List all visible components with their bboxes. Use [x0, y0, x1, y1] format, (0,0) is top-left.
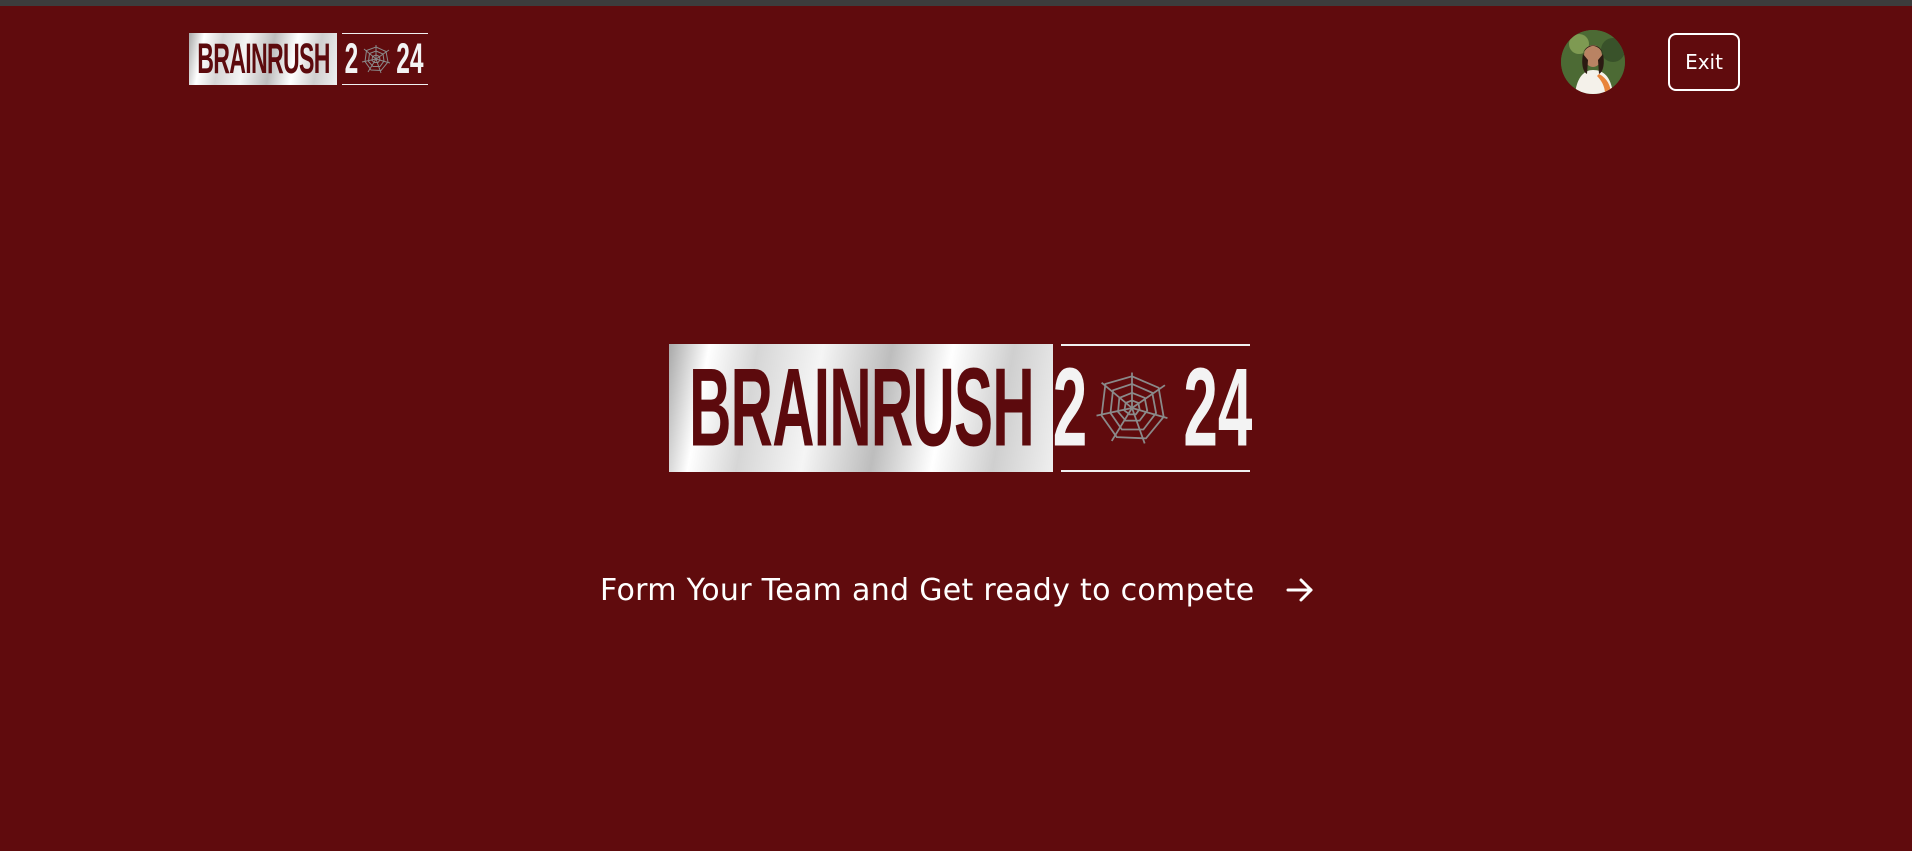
hero-logo-plate: BRAINRUSH — [669, 344, 1053, 472]
logo-year: 2 24 — [342, 33, 428, 85]
spider-web-icon — [1094, 364, 1170, 452]
cta-label: Form Your Team and Get ready to compete — [600, 572, 1255, 608]
logo-year-right: 24 — [395, 35, 424, 83]
header-logo[interactable]: BRAINRUSH 2 24 — [189, 33, 428, 85]
exit-button[interactable]: Exit — [1668, 33, 1740, 91]
logo-year-left: 2 — [344, 35, 358, 83]
hero-logo-year-left: 2 — [1052, 345, 1087, 471]
browser-top-strip — [0, 0, 1912, 6]
logo-brand-text: BRAINRUSH — [196, 35, 330, 83]
hero-logo-year-right: 24 — [1182, 345, 1252, 471]
arrow-right-icon — [1285, 575, 1315, 605]
hero-logo: BRAINRUSH 2 24 — [669, 344, 1252, 472]
hero-logo-brand-text: BRAINRUSH — [688, 345, 1034, 471]
form-team-cta[interactable]: Form Your Team and Get ready to compete — [600, 565, 1330, 615]
spider-web-icon — [361, 42, 391, 76]
user-avatar[interactable] — [1561, 30, 1625, 94]
logo-plate: BRAINRUSH — [189, 33, 337, 85]
hero-logo-year: 2 24 — [1052, 344, 1252, 472]
